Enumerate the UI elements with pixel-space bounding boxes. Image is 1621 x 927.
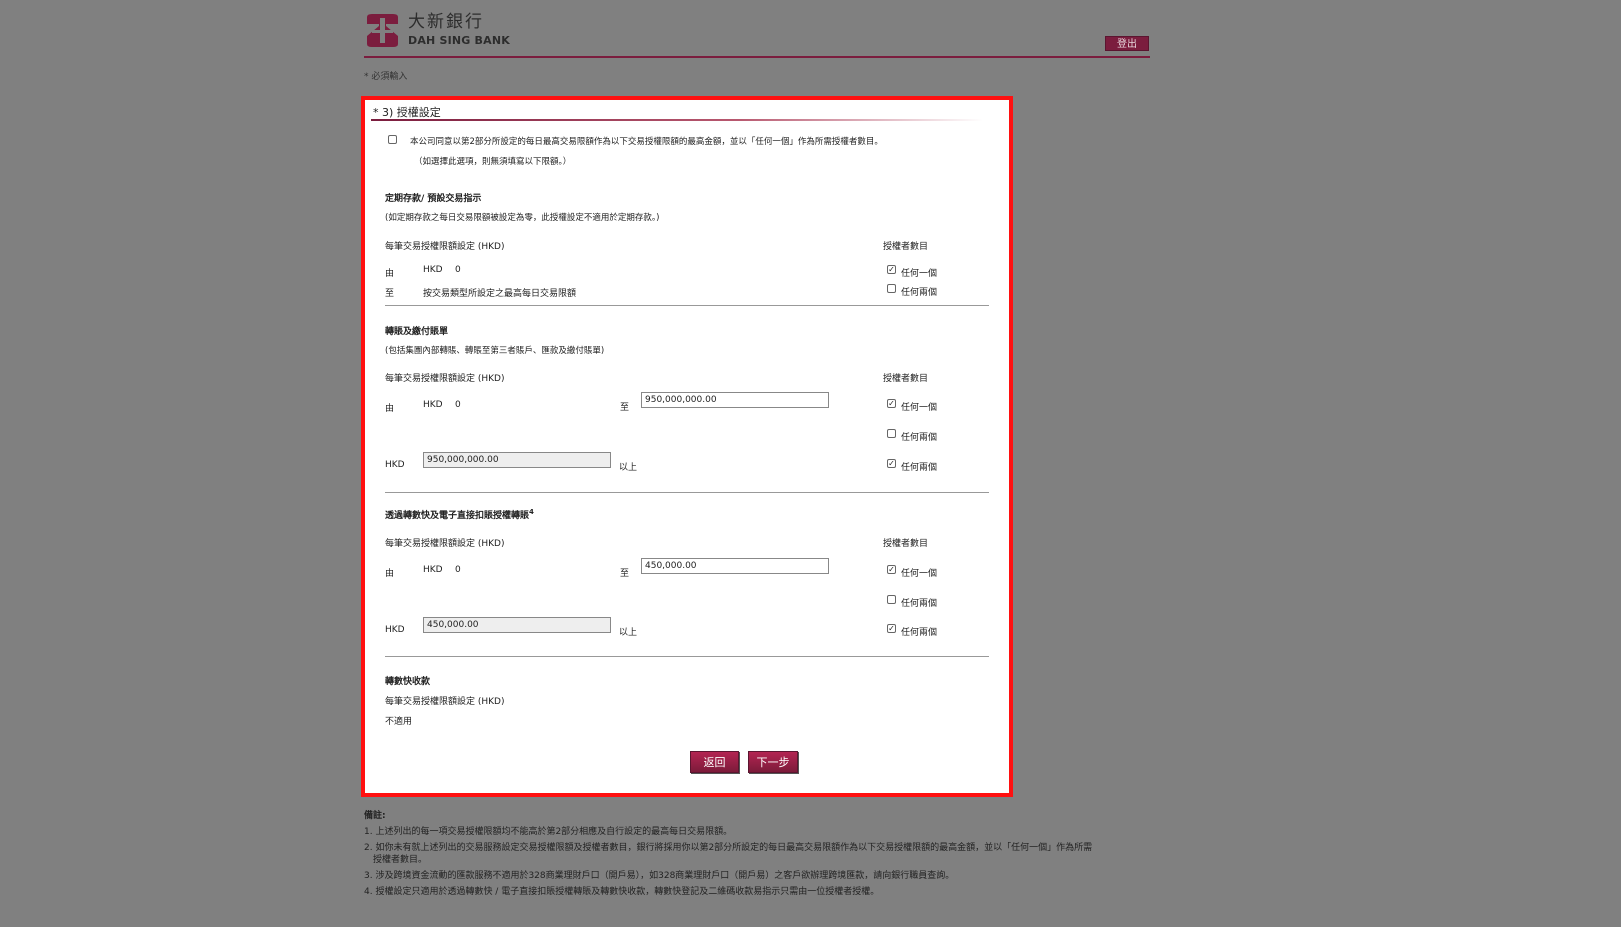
fps-any-two-checkbox[interactable] bbox=[887, 595, 896, 604]
fps-from-value: 0 bbox=[455, 565, 461, 575]
agree-max-limit-checkbox[interactable] bbox=[388, 135, 397, 144]
note-item: 3. 涉及跨境資金流動的匯款服務不適用於328商業理財戶口（開戶易），如328商… bbox=[364, 871, 955, 881]
transfer-note: (包括集團內部轉賬、轉賬至第三者賬戶、匯款及繳付賬單) bbox=[385, 346, 605, 356]
authorization-settings-panel: * 3) 授權設定 本公司同意以第2部分所設定的每日最高交易限額作為以下交易授權… bbox=[361, 96, 1013, 797]
fps-from-label: 由 bbox=[385, 569, 395, 579]
bank-name-en: DAH SING BANK bbox=[408, 34, 510, 47]
fps-from-currency: HKD bbox=[423, 565, 443, 575]
note-item: 2. 如你未有就上述列出的交易服務設定交易授權限額及授權者數目，銀行將採用你以第… bbox=[364, 843, 1093, 853]
notes-section: 備註: 1. 上述列出的每一項交易授權限額均不能高於第2部分相應及自行設定的最高… bbox=[364, 808, 1092, 900]
transfer-heading: 轉賬及繳付賬單 bbox=[385, 327, 449, 337]
logout-button[interactable]: 登出 bbox=[1105, 36, 1149, 51]
fps-collect-value: 不適用 bbox=[385, 717, 413, 727]
fps-any-one-label: 任何一個 bbox=[901, 569, 938, 579]
note-item: 4. 授權設定只適用於透過轉數快 / 電子直接扣賬授權轉賬及轉數快收款，轉數快登… bbox=[364, 887, 880, 897]
agree-text: 本公司同意以第2部分所設定的每日最高交易限額作為以下交易授權限額的最高金額，並以… bbox=[410, 137, 883, 147]
fps-above-any-two-label: 任何兩個 bbox=[901, 628, 938, 638]
fps-any-one-checkbox[interactable]: ✓ bbox=[887, 565, 896, 574]
transfer-from-value: 0 bbox=[455, 400, 461, 410]
fps-to-input[interactable]: 450,000.00 bbox=[641, 558, 829, 574]
transfer-any-one-label: 任何一個 bbox=[901, 403, 938, 413]
fps-collect-heading: 轉數快收款 bbox=[385, 677, 431, 687]
transfer-to-input[interactable]: 950,000,000.00 bbox=[641, 392, 829, 408]
transfer-from-currency: HKD bbox=[423, 400, 443, 410]
bank-logo-icon bbox=[364, 14, 401, 47]
header-divider bbox=[364, 56, 1150, 58]
transfer-above-any-two-label: 任何兩個 bbox=[901, 463, 938, 473]
notes-title: 備註: bbox=[364, 811, 386, 821]
time-deposit-any-two-checkbox[interactable] bbox=[887, 284, 896, 293]
bank-logo: 大新銀行 DAH SING BANK bbox=[364, 14, 510, 47]
divider bbox=[385, 656, 989, 657]
transfer-above-currency: HKD bbox=[385, 460, 405, 470]
transfer-from-label: 由 bbox=[385, 404, 395, 414]
back-button[interactable]: 返回 bbox=[690, 751, 739, 773]
fps-above-label: 以上 bbox=[619, 628, 638, 638]
bank-name-cn: 大新銀行 bbox=[408, 12, 484, 32]
transfer-above-input: 950,000,000.00 bbox=[423, 452, 611, 468]
fps-above-input: 450,000.00 bbox=[423, 617, 611, 633]
time-deposit-note: (如定期存款之每日交易限額被設定為零，此授權設定不適用於定期存款。) bbox=[385, 213, 660, 223]
next-button[interactable]: 下一步 bbox=[748, 751, 798, 773]
fps-above-any-two-checkbox[interactable]: ✓ bbox=[887, 624, 896, 633]
transfer-any-one-checkbox[interactable]: ✓ bbox=[887, 399, 896, 408]
fps-any-two-label: 任何兩個 bbox=[901, 599, 938, 609]
fps-above-currency: HKD bbox=[385, 625, 405, 635]
fps-limit-label: 每筆交易授權限額設定 (HKD) bbox=[385, 539, 505, 549]
fps-count-label: 授權者數目 bbox=[883, 539, 929, 549]
time-deposit-any-one-checkbox[interactable]: ✓ bbox=[887, 265, 896, 274]
divider bbox=[385, 492, 989, 493]
time-deposit-to-label: 至 bbox=[385, 289, 395, 299]
agree-subtext: （如選擇此選項，則無須填寫以下限額。） bbox=[414, 157, 572, 167]
time-deposit-from-currency: HKD bbox=[423, 265, 443, 275]
fps-heading: 透過轉數快及電子直接扣賬授權轉賬4 bbox=[385, 508, 534, 521]
time-deposit-from-label: 由 bbox=[385, 269, 395, 279]
time-deposit-limit-label: 每筆交易授權限額設定 (HKD) bbox=[385, 242, 505, 252]
fps-to-label: 至 bbox=[620, 569, 630, 579]
divider bbox=[385, 305, 989, 306]
time-deposit-heading: 定期存款/ 預設交易指示 bbox=[385, 194, 482, 204]
transfer-count-label: 授權者數目 bbox=[883, 374, 929, 384]
transfer-limit-label: 每筆交易授權限額設定 (HKD) bbox=[385, 374, 505, 384]
time-deposit-to-text: 按交易類型所設定之最高每日交易限額 bbox=[423, 289, 577, 299]
fps-collect-limit-label: 每筆交易授權限額設定 (HKD) bbox=[385, 697, 505, 707]
time-deposit-count-label: 授權者數目 bbox=[883, 242, 929, 252]
time-deposit-any-one-label: 任何一個 bbox=[901, 269, 938, 279]
section-title-underline bbox=[371, 119, 983, 121]
required-note: * 必須輸入 bbox=[364, 72, 408, 82]
note-item: 1. 上述列出的每一項交易授權限額均不能高於第2部分相應及自行設定的最高每日交易… bbox=[364, 827, 733, 837]
transfer-above-label: 以上 bbox=[619, 463, 638, 473]
time-deposit-any-two-label: 任何兩個 bbox=[901, 288, 938, 298]
transfer-to-label: 至 bbox=[620, 403, 630, 413]
section-title: * 3) 授權設定 bbox=[373, 106, 441, 119]
transfer-any-two-checkbox[interactable] bbox=[887, 429, 896, 438]
transfer-above-any-two-checkbox[interactable]: ✓ bbox=[887, 459, 896, 468]
transfer-any-two-label: 任何兩個 bbox=[901, 433, 938, 443]
time-deposit-from-value: 0 bbox=[455, 265, 461, 275]
